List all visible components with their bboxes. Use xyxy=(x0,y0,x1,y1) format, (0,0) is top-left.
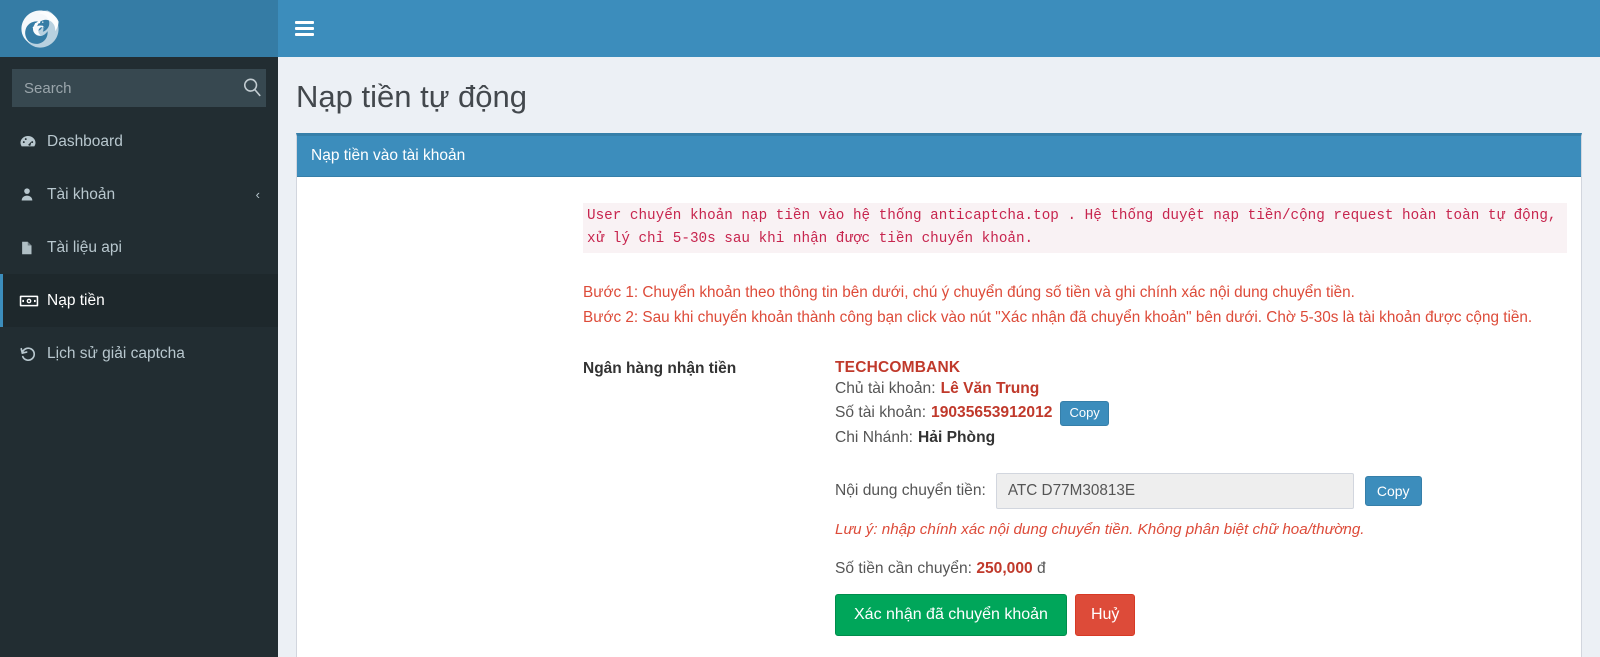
cancel-button[interactable]: Huỷ xyxy=(1074,593,1136,636)
main-region: Nạp tiền tự động Nạp tiền vào tài khoản … xyxy=(278,0,1600,657)
sidebar-item-nap-tien[interactable]: Nạp tiền xyxy=(0,274,278,327)
bank-name: TECHCOMBANK xyxy=(835,358,961,376)
bank-section-label: Ngân hàng nhận tiền xyxy=(583,359,737,377)
panel-body: User chuyển khoản nạp tiền vào hệ thống … xyxy=(297,177,1581,657)
amount-currency: đ xyxy=(1037,559,1046,577)
amount-line: Số tiền cần chuyển: 250,000 đ xyxy=(835,560,1422,578)
copy-account-number-button[interactable]: Copy xyxy=(1060,400,1109,426)
deposit-panel: Nạp tiền vào tài khoản User chuyển khoản… xyxy=(296,133,1582,657)
search-icon xyxy=(241,76,263,101)
sidebar-item-label: Tài liệu api xyxy=(47,238,122,256)
hamburger-icon xyxy=(294,18,314,39)
step-2-text: Bước 2: Sau khi chuyển khoản thành công … xyxy=(583,309,1533,327)
account-number-line: Số tài khoản: 19035653912012 Copy xyxy=(835,400,1422,426)
search-input[interactable] xyxy=(12,79,235,97)
sidebar-item-label: Lịch sử giải captcha xyxy=(47,344,185,362)
content-area: Nạp tiền tự động Nạp tiền vào tài khoản … xyxy=(278,57,1600,657)
bank-info-fields: TECHCOMBANK Chủ tài khoản: Lê Văn Trung … xyxy=(835,359,1422,636)
branch-label: Chi Nhánh: xyxy=(835,428,914,446)
app-root: Dashboard Tài khoản ‹ xyxy=(0,0,1600,657)
money-bill-icon xyxy=(19,294,47,308)
bank-info-row: Ngân hàng nhận tiền TECHCOMBANK Chủ tài … xyxy=(311,359,1567,636)
sidebar-item-label: Tài khoản xyxy=(47,185,116,203)
sidebar-item-lich-su-giai-captcha[interactable]: Lịch sử giải captcha xyxy=(0,327,278,380)
sidebar-toggle-button[interactable] xyxy=(278,0,330,57)
chevron-left-icon: ‹ xyxy=(255,187,260,202)
amount-value: 250,000 xyxy=(976,559,1033,577)
steps-instructions: Bước 1: Chuyển khoản theo thông tin bên … xyxy=(583,281,1567,331)
transfer-content-note: Lưu ý: nhập chính xác nội dung chuyển ti… xyxy=(835,520,1365,538)
sidebar-search[interactable] xyxy=(12,69,266,107)
dashboard-icon xyxy=(19,133,47,151)
action-buttons: Xác nhận đã chuyển khoản Huỷ xyxy=(835,593,1422,636)
branch-value: Hải Phòng xyxy=(918,428,996,446)
sidebar-item-tai-lieu-api[interactable]: Tài liệu api xyxy=(0,221,278,274)
system-info-note: User chuyển khoản nạp tiền vào hệ thống … xyxy=(583,203,1567,254)
amount-label: Số tiền cần chuyển: xyxy=(835,559,972,577)
history-icon xyxy=(19,345,47,363)
sidebar: Dashboard Tài khoản ‹ xyxy=(0,0,278,657)
step-1-text: Bước 1: Chuyển khoản theo thông tin bên … xyxy=(583,284,1355,302)
logo-bar[interactable] xyxy=(0,0,278,57)
search-button[interactable] xyxy=(235,69,269,107)
branch-line: Chi Nhánh: Hải Phòng xyxy=(835,429,1422,447)
spiral-swirl-logo-icon xyxy=(18,7,62,51)
panel-heading: Nạp tiền vào tài khoản xyxy=(297,136,1581,177)
account-number-label: Số tài khoản: xyxy=(835,404,927,422)
confirm-transfer-button[interactable]: Xác nhận đã chuyển khoản xyxy=(835,593,1067,636)
file-icon xyxy=(19,239,47,257)
sidebar-item-label: Dashboard xyxy=(47,132,123,150)
account-owner-line: Chủ tài khoản: Lê Văn Trung xyxy=(835,380,1422,398)
copy-transfer-content-button[interactable]: Copy xyxy=(1364,475,1422,506)
sidebar-item-dashboard[interactable]: Dashboard xyxy=(0,115,278,168)
transfer-content-row: Nội dung chuyển tiền: Copy xyxy=(835,472,1422,509)
sidebar-item-tai-khoan[interactable]: Tài khoản ‹ xyxy=(0,168,278,221)
account-number-value: 19035653912012 xyxy=(931,404,1053,422)
sidebar-nav: Dashboard Tài khoản ‹ Tài liệu api Nạp t… xyxy=(0,115,278,380)
account-owner-label: Chủ tài khoản: xyxy=(835,379,936,397)
account-owner-value: Lê Văn Trung xyxy=(940,379,1040,397)
page-title: Nạp tiền tự động xyxy=(296,79,528,114)
sidebar-item-label: Nạp tiền xyxy=(47,291,105,309)
top-navbar xyxy=(278,0,1600,57)
user-icon xyxy=(19,186,47,203)
transfer-content-input[interactable] xyxy=(995,472,1354,509)
transfer-content-label: Nội dung chuyển tiền: xyxy=(835,481,986,499)
